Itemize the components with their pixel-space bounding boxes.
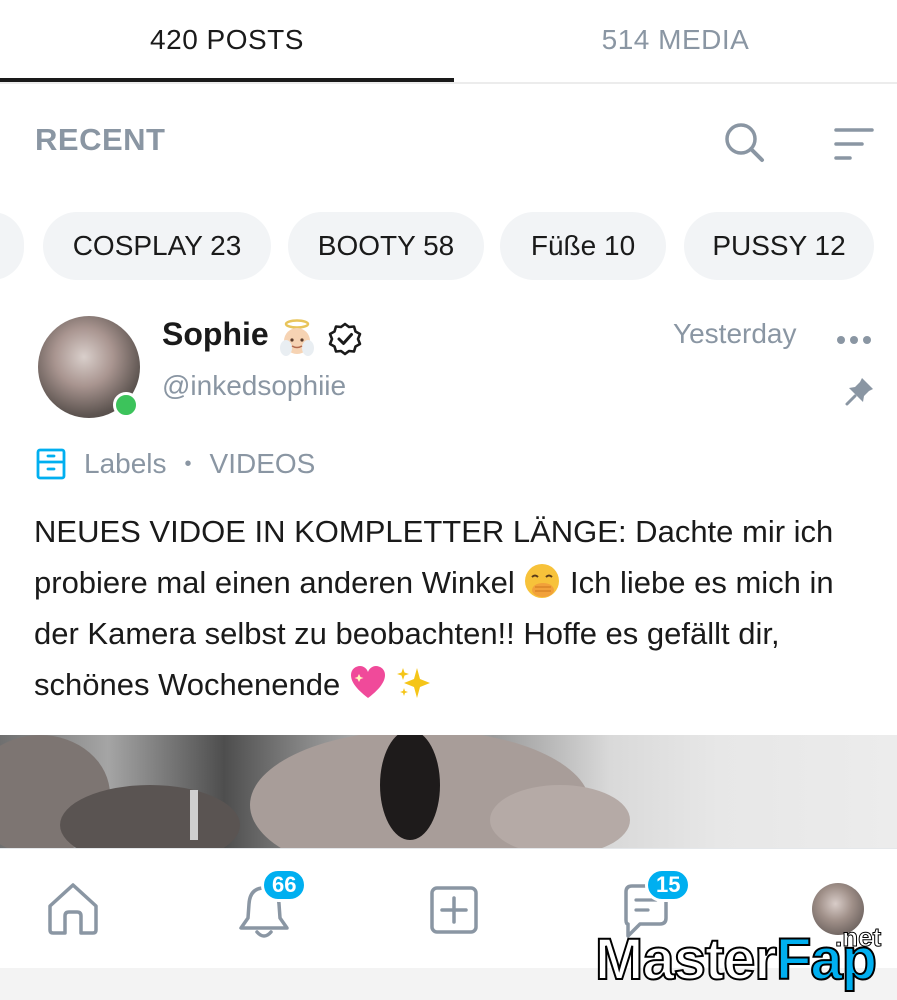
verified-icon [328,322,362,356]
sparkling-heart-emoji-icon [350,666,385,698]
sort-icon[interactable] [832,124,876,164]
chip-booty[interactable]: BOOTY 58 [288,212,484,280]
label-videos[interactable]: VIDEOS [210,448,316,480]
chip-label: COSPLAY 23 [72,230,242,261]
notifications-badge: 66 [261,868,308,902]
chip-partial[interactable] [0,212,24,280]
active-tab-indicator [0,78,454,82]
messages-badge: 15 [645,868,692,902]
post-text: NEUES VIDOE IN KOMPLETTER LÄNGE: Dachte … [34,506,884,710]
home-icon[interactable] [44,880,102,936]
search-icon[interactable] [722,120,766,164]
tab-posts-label: 420 POSTS [150,24,304,55]
more-options-icon[interactable] [834,330,874,350]
labels-icon [36,448,66,480]
angel-emoji-icon [280,319,314,356]
post-timestamp: Yesterday [673,318,797,349]
chip-label: Füße 10 [530,230,636,261]
post-labels-row: Labels • VIDEOS [36,444,315,484]
sparkles-emoji-icon [397,668,431,698]
hand-over-mouth-emoji-icon [525,564,560,598]
author-name[interactable]: Sophie [162,316,269,353]
chip-cosplay[interactable]: COSPLAY 23 [43,212,271,280]
chip-label: BOOTY 58 [317,230,455,261]
section-title[interactable]: RECENT [35,122,165,158]
category-chips: COSPLAY 23 BOOTY 58 Füße 10 PUSSY 12 [0,212,897,280]
profile-tabs: 420 POSTS 514 MEDIA [0,0,897,84]
watermark-net: .net [834,922,882,953]
separator-dot: • [184,452,192,475]
tab-media[interactable]: 514 MEDIA [454,0,897,80]
new-post-icon[interactable] [428,884,480,936]
author-handle[interactable]: @inkedsophiie [162,370,346,402]
site-watermark: Master Fap .net [594,922,882,994]
watermark-master: Master [594,926,778,993]
chip-pussy[interactable]: PUSSY 12 [684,212,874,280]
pin-icon [845,378,873,406]
post-media-preview[interactable] [0,735,897,848]
online-status-dot [113,392,139,418]
tab-posts[interactable]: 420 POSTS [0,0,454,80]
media-image [0,735,630,848]
chip-fusse[interactable]: Füße 10 [500,212,666,280]
tab-media-label: 514 MEDIA [601,24,750,55]
chip-label: PUSSY 12 [712,230,846,261]
labels-link[interactable]: Labels [84,448,167,480]
